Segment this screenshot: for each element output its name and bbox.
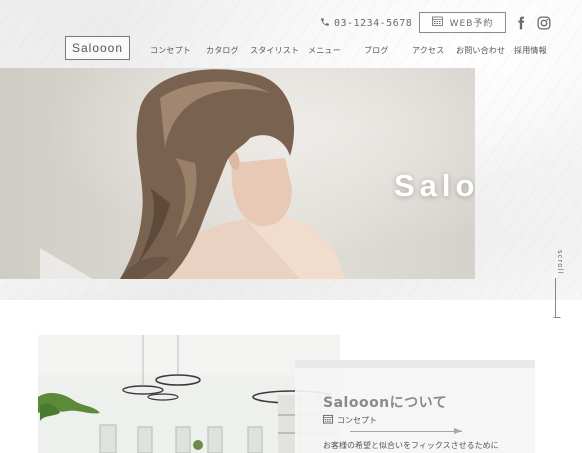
scroll-arrow-icon: [546, 310, 561, 318]
nav-item-menu[interactable]: メニュー: [308, 45, 341, 56]
site-logo[interactable]: Salooon: [65, 36, 130, 60]
nav-item-catalog[interactable]: カタログ: [206, 45, 239, 56]
hero-triangle-decoration: [40, 248, 93, 279]
scroll-label[interactable]: scroll: [552, 250, 564, 280]
nav-item-recruit[interactable]: 採用情報: [514, 45, 547, 56]
phone-icon: [320, 17, 330, 30]
nav-item-access[interactable]: アクセス: [412, 45, 444, 56]
calendar-icon: [323, 414, 333, 426]
web-reserve-label: WEB予約: [449, 19, 494, 29]
phone-link[interactable]: 03-1234-5678: [320, 16, 412, 30]
hero-image: Salooon: [0, 68, 475, 279]
about-arrow-line: [350, 428, 462, 434]
nav-item-stylist[interactable]: スタイリスト: [250, 45, 299, 56]
nav-item-concept[interactable]: コンセプト: [150, 45, 191, 56]
about-subtitle: コンセプト: [323, 414, 377, 426]
nav-item-blog[interactable]: ブログ: [364, 45, 389, 56]
instagram-icon[interactable]: [537, 15, 551, 30]
page: 03-1234-5678 WEB予約 Salooon コンセプト カタログ スタ…: [0, 0, 582, 453]
logo-text: Salooon: [71, 41, 124, 55]
web-reserve-button[interactable]: WEB予約: [419, 12, 506, 33]
facebook-icon[interactable]: [514, 15, 528, 30]
about-text: お客様の希望と似合いをフィックスさせるために: [323, 441, 499, 450]
about-subtitle-text: コンセプト: [337, 415, 377, 425]
hero-title: Salooon: [394, 168, 475, 203]
phone-number: 03-1234-5678: [334, 17, 413, 29]
about-title: Salooonについて: [323, 395, 448, 411]
calendar-icon: [431, 16, 443, 29]
nav-item-contact[interactable]: お問い合わせ: [456, 45, 505, 56]
